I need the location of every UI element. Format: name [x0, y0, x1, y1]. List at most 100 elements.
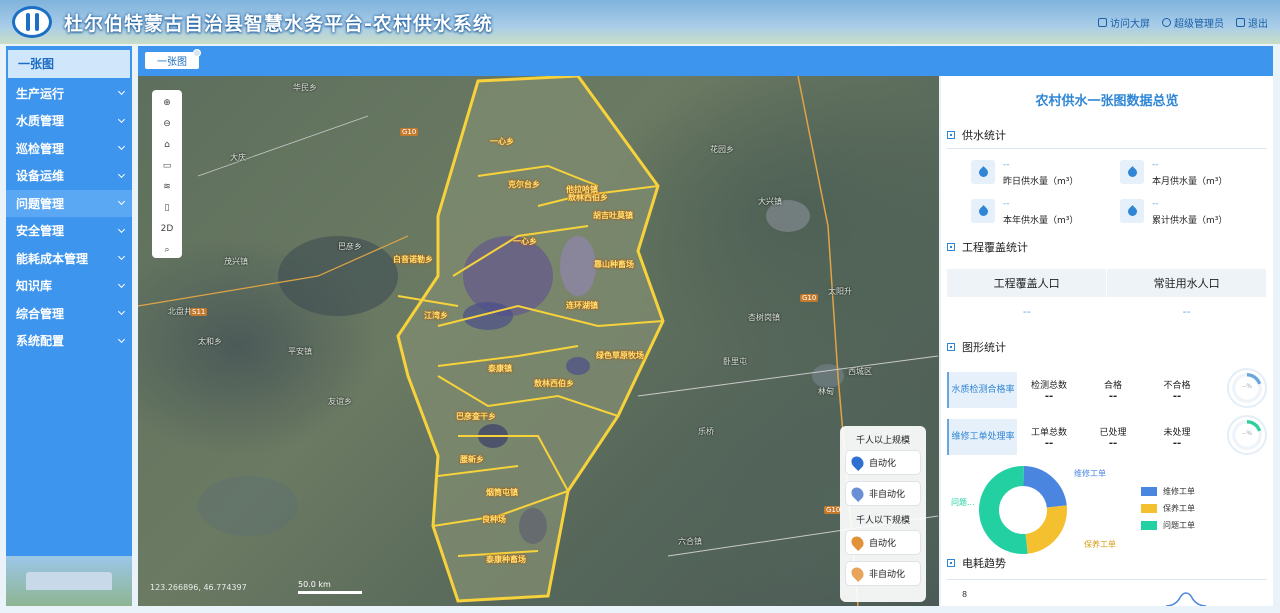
place-label: 林甸 [818, 387, 834, 396]
sidebar-item[interactable]: 能耗成本管理 [6, 245, 132, 273]
chevron-down-icon [117, 253, 126, 261]
sidebar-item[interactable]: 巡检管理 [6, 135, 132, 163]
map-canvas [138, 76, 939, 606]
sidebar-item[interactable]: 知识库 [6, 272, 132, 300]
chevron-down-icon [117, 308, 126, 316]
region-label: 江湾乡 [424, 311, 448, 320]
legend-auto-above-button[interactable]: 自动化 [846, 451, 920, 474]
donut-label-problem: 问题... [951, 498, 975, 507]
region-label: 良种场 [482, 515, 506, 524]
zoom-out-icon[interactable]: ⊖ [158, 116, 176, 132]
location-pin-icon [849, 565, 866, 582]
supply-section-header: 供水统计 [947, 127, 1006, 143]
tab-close-icon[interactable] [193, 49, 201, 57]
sidebar-item[interactable]: 水质管理 [6, 107, 132, 135]
mode-2d-icon[interactable]: 2D [158, 221, 176, 237]
region-label: 泰康镇 [488, 364, 512, 373]
region-label: 靠山种畜场 [594, 260, 634, 269]
place-label: 乐桥 [698, 427, 714, 436]
place-label: 太阳升 [828, 287, 852, 296]
region-label: 克尔台乡 [508, 180, 540, 189]
section-marker-icon [947, 243, 955, 251]
sidebar-item[interactable]: 综合管理 [6, 300, 132, 328]
energy-y-tick: 8 [962, 590, 968, 599]
region-label: 一心乡 [490, 137, 514, 146]
road-badge: G10 [800, 294, 819, 302]
overview-panel: 农村供水一张图数据总览 供水统计 -- 昨日供水量（m³） -- 本月供水量（m³）… [941, 76, 1273, 606]
coverage-value: -- [1182, 304, 1191, 318]
energy-section-header: 电耗趋势 [947, 555, 1006, 571]
zoom-in-icon[interactable]: ⊕ [158, 95, 176, 111]
home-icon[interactable]: ⌂ [158, 137, 176, 153]
place-label: 西城区 [848, 367, 872, 376]
user-menu-link[interactable]: 超级管理员 [1162, 15, 1224, 30]
region-label: 他拉哈镇 [566, 185, 598, 194]
header-links: 访问大屏 超级管理员 退出 [1098, 15, 1268, 30]
water-drop-icon [1120, 199, 1144, 223]
sidebar-item[interactable]: 生产运行 [6, 80, 132, 108]
location-pin-icon [849, 454, 866, 471]
stat-total: -- 累计供水量（m³） [1120, 199, 1227, 226]
print-icon[interactable]: ▯ [158, 200, 176, 216]
donut-label-repair: 维修工单 [1074, 469, 1106, 478]
measure-icon[interactable]: ≋ [158, 179, 176, 195]
legend-manual-below-button[interactable]: 非自动化 [846, 562, 920, 585]
place-label: 华民乡 [293, 83, 317, 92]
chevron-down-icon [117, 335, 126, 343]
water-drop-icon [1120, 160, 1144, 184]
coverage-value: -- [1022, 304, 1031, 318]
tab-bar: 一张图 [138, 46, 1273, 76]
legend-auto-below-button[interactable]: 自动化 [846, 531, 920, 554]
region-label: 连环湖镇 [566, 301, 598, 310]
app-header: 杜尔伯特蒙古自治县智慧水务平台-农村供水系统 访问大屏 超级管理员 退出 [0, 0, 1280, 44]
region-label: 巴彦查干乡 [456, 412, 496, 421]
sidebar-footer-image [6, 556, 132, 606]
location-pin-icon [849, 534, 866, 551]
coverage-header: 常驻用水人口 [1106, 269, 1267, 297]
open-big-screen-link[interactable]: 访问大屏 [1098, 15, 1150, 30]
logout-link[interactable]: 退出 [1236, 15, 1268, 30]
place-label: 杏树岗镇 [748, 313, 780, 322]
water-drop-icon [971, 199, 995, 223]
sidebar-item[interactable]: 问题管理 [6, 189, 132, 217]
chevron-down-icon [117, 198, 126, 206]
map-legend: 千人以上规模 自动化 非自动化 千人以下规模 自动化 非自动化 [840, 426, 926, 602]
screen-icon [1098, 18, 1107, 27]
graphics-section-header: 图形统计 [947, 339, 1006, 355]
legend-manual-above-button[interactable]: 非自动化 [846, 482, 920, 505]
road-badge: G10 [400, 128, 419, 136]
sidebar-item[interactable]: 安全管理 [6, 217, 132, 245]
tab-one-map[interactable]: 一张图 [145, 52, 199, 69]
layers-icon[interactable]: ▭ [158, 158, 176, 174]
sidebar: 一张图 生产运行 水质管理 巡检管理 设备运维 问题管理 安全管理 能耗成本管理 知识库 综合管理… [6, 46, 132, 606]
card-name: 维修工单处理率 [947, 419, 1017, 455]
region-label: 绿色草原牧场 [596, 351, 644, 360]
donut-segment [1024, 505, 1067, 554]
stat-month: -- 本月供水量（m³） [1120, 160, 1227, 187]
stat-yesterday: -- 昨日供水量（m³） [971, 160, 1078, 187]
legend-item: 维修工单 [1141, 486, 1195, 497]
water-drop-icon [971, 160, 995, 184]
place-label: 太和乡 [198, 337, 222, 346]
divider [947, 579, 1267, 580]
place-label: 大庆 [230, 153, 246, 162]
section-marker-icon [947, 131, 955, 139]
chevron-down-icon [117, 88, 126, 96]
region-label: 烟筒屯镇 [486, 488, 518, 497]
search-icon[interactable]: ⌕ [158, 242, 176, 258]
sidebar-item[interactable]: 一张图 [8, 50, 130, 78]
place-label: 花园乡 [710, 145, 734, 154]
water-quality-card: 水质检测合格率 检测总数 -- 合格 -- 不合格 -- --% [947, 368, 1267, 410]
donut-label-maintain: 保养工单 [1084, 540, 1116, 549]
repair-order-card: 维修工单处理率 工单总数 -- 已处理 -- 未处理 -- --% [947, 415, 1267, 457]
region-label: 腰新乡 [460, 455, 484, 464]
scale-label: 50.0 km [298, 580, 331, 589]
divider [947, 148, 1267, 149]
coverage-header: 工程覆盖人口 [947, 269, 1108, 297]
sidebar-item[interactable]: 系统配置 [6, 327, 132, 355]
coverage-section-header: 工程覆盖统计 [947, 239, 1028, 255]
map-view[interactable]: 华民乡 大庆 茂兴镇 巴彦乡 北盘井 太和乡 平安镇 友谊乡 花园乡 大兴镇 太… [138, 76, 939, 606]
sidebar-item[interactable]: 设备运维 [6, 162, 132, 190]
place-label: 巴彦乡 [338, 242, 362, 251]
app-title: 杜尔伯特蒙古自治县智慧水务平台-农村供水系统 [64, 13, 493, 35]
